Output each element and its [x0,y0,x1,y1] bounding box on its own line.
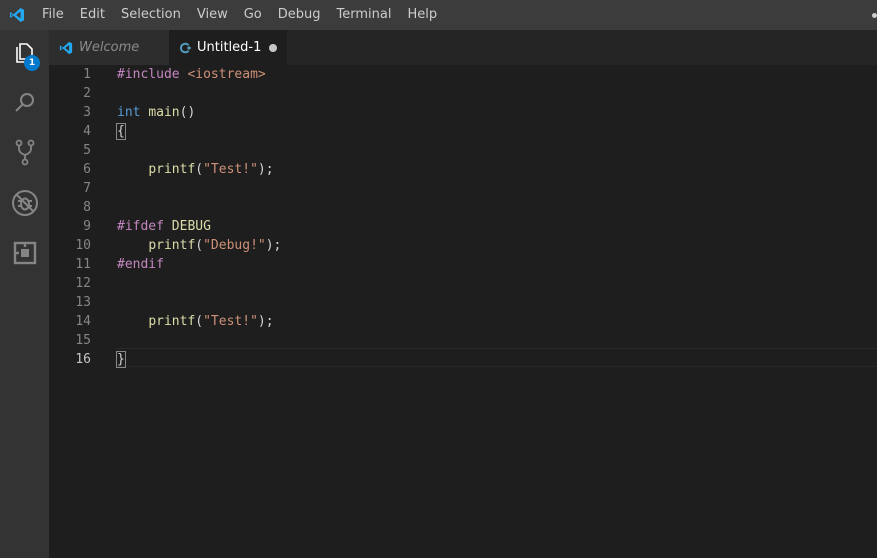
editor-tab-bar: Welcome Untitled-1 [49,30,877,65]
code-line[interactable]: } [116,350,877,369]
code-line[interactable]: #endif [117,255,877,274]
code-token: ); [257,162,274,177]
activity-source-control[interactable] [0,130,49,180]
menu-view[interactable]: View [189,0,236,30]
code-token: main [148,105,180,120]
code-line[interactable] [117,198,877,217]
unsaved-dot-icon[interactable] [269,43,277,52]
debug-icon [11,189,39,221]
line-number: 8 [83,200,91,215]
line-number: 10 [75,238,91,253]
activity-extensions[interactable] [0,230,49,280]
line-number: 12 [75,276,91,291]
tab-welcome[interactable]: Welcome [49,30,169,65]
menu-help[interactable]: Help [399,0,445,30]
line-number: 1 [83,67,91,82]
code-line[interactable] [117,84,877,103]
menu-terminal[interactable]: Terminal [329,0,400,30]
activity-explorer[interactable]: 1 [0,30,49,80]
explorer-badge: 1 [24,55,40,71]
activity-bar: 1 [0,30,49,558]
code-line[interactable]: printf("Test!"); [117,160,877,179]
code-line[interactable]: #include <iostream> [117,65,877,84]
code-line[interactable] [117,331,877,350]
code-token: #ifdef [117,219,172,234]
search-icon [13,91,37,119]
line-number: 9 [83,219,91,234]
code-token: <iostream> [187,67,266,82]
code-token: #include [117,67,188,82]
menu-bar: File Edit Selection View Go Debug Termin… [34,0,445,30]
source-control-icon [13,139,37,171]
code-token: DEBUG [171,219,211,234]
code-line[interactable]: printf("Test!"); [117,312,877,331]
line-number: 16 [75,352,91,367]
menu-file[interactable]: File [34,0,72,30]
line-number: 6 [83,162,91,177]
code-token: ( [195,238,204,253]
code-line[interactable]: printf("Debug!"); [117,236,877,255]
menu-debug[interactable]: Debug [270,0,329,30]
code-token: printf [148,238,196,253]
code-token: #endif [117,257,164,272]
line-number: 15 [75,333,91,348]
line-number-gutter: 1 2 3 4 5 6 7 8 9 10 11 12 13 14 15 16 [49,65,99,369]
extensions-icon [13,241,37,269]
code-token: ( [195,162,204,177]
tab-untitled-1[interactable]: Untitled-1 [169,30,287,65]
code-token: "Test!" [203,314,258,329]
menu-edit[interactable]: Edit [72,0,113,30]
code-token: ); [265,238,282,253]
code-token: printf [148,314,196,329]
activity-debug[interactable] [0,180,49,230]
code-area[interactable]: #include <iostream> int main(){ printf("T… [116,65,877,369]
code-token: } [116,351,126,368]
line-number: 5 [83,143,91,158]
code-line[interactable] [117,293,877,312]
code-token: int [117,105,149,120]
code-line[interactable] [117,141,877,160]
vscode-logo-icon [0,0,34,30]
code-line[interactable]: { [116,122,877,141]
code-line[interactable] [117,179,877,198]
code-token: printf [148,162,196,177]
code-token: ( [195,314,204,329]
menu-go[interactable]: Go [236,0,270,30]
title-bar: File Edit Selection View Go Debug Termin… [0,0,877,30]
code-token: "Test!" [203,162,258,177]
code-line[interactable]: int main() [117,103,877,122]
line-number: 4 [83,124,91,139]
tab-welcome-label: Welcome [79,40,140,55]
line-number: 13 [75,295,91,310]
vscode-file-icon [59,41,73,55]
code-line[interactable]: #ifdef DEBUG [117,217,877,236]
line-number: 7 [83,181,91,196]
line-number: 2 [83,86,91,101]
code-token: () [179,105,196,120]
line-number: 3 [83,105,91,120]
window-control-dot[interactable] [872,13,877,18]
code-token: "Debug!" [203,238,266,253]
menu-selection[interactable]: Selection [113,0,189,30]
code-line[interactable] [117,274,877,293]
cpp-file-icon [179,42,191,54]
activity-search[interactable] [0,80,49,130]
line-number: 14 [75,314,91,329]
line-number: 11 [75,257,91,272]
code-token: { [116,123,126,140]
tab-untitled-1-label: Untitled-1 [197,40,262,55]
code-token: ); [257,314,274,329]
code-editor[interactable]: 1 2 3 4 5 6 7 8 9 10 11 12 13 14 15 16 #include <iostre… [49,65,877,558]
